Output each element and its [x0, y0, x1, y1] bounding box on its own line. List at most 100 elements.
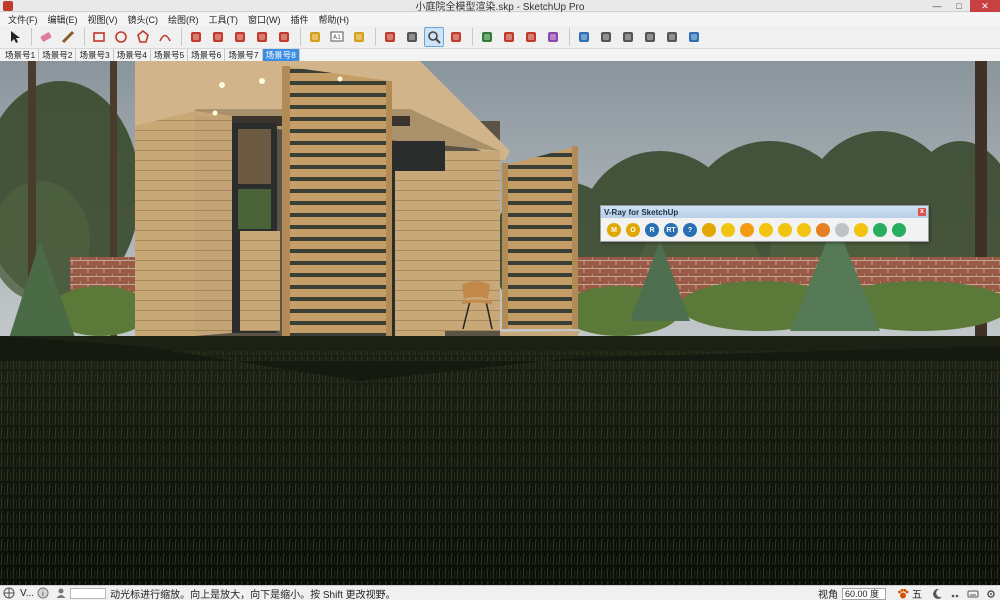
vray-material-editor-icon[interactable]: M: [607, 223, 621, 237]
ime-mode[interactable]: 五: [912, 586, 922, 600]
vcb-input[interactable]: 60.00 度: [842, 587, 886, 600]
vray-dome-light-icon[interactable]: [797, 223, 811, 237]
settings-icon[interactable]: [985, 588, 997, 600]
toolbar-separator: [472, 27, 473, 46]
scene-tab-5[interactable]: 场景号5: [151, 49, 189, 61]
menu-bar: 文件(F) 编辑(E) 视图(V) 镜头(C) 绘图(R) 工具(T) 窗口(W…: [0, 13, 1000, 25]
vray-ies-light-icon[interactable]: [778, 223, 792, 237]
shaded-style-icon: [645, 31, 655, 42]
vray-fur-icon[interactable]: [892, 223, 906, 237]
wireframe-style-button[interactable]: [596, 27, 616, 47]
vray-frame-buffer-icon[interactable]: [702, 223, 716, 237]
scene-tab-4[interactable]: 场景号4: [114, 49, 151, 61]
push-pull-tool-button[interactable]: [186, 27, 206, 47]
scene-tab-2[interactable]: 场景号2: [39, 49, 77, 61]
rectangle-tool-button[interactable]: [89, 27, 109, 47]
components-icon: [526, 31, 536, 42]
rotate-tool-button[interactable]: [252, 27, 272, 47]
warehouse-button[interactable]: [477, 27, 497, 47]
hidden-line-style-button[interactable]: [618, 27, 638, 47]
menu-plugins[interactable]: 插件: [286, 13, 314, 26]
menu-camera[interactable]: 镜头(C): [123, 13, 164, 26]
vray-rt-render-icon[interactable]: RT: [664, 223, 678, 237]
vray-close-button[interactable]: x: [918, 208, 926, 216]
vray-proxy-icon[interactable]: [873, 223, 887, 237]
scene-tab-8[interactable]: 场景号8: [262, 49, 300, 61]
move-tool-button[interactable]: [230, 27, 250, 47]
keyboard-icon[interactable]: [967, 588, 979, 600]
vray-infinite-plane-icon[interactable]: [854, 223, 868, 237]
paint-bucket-tool-button[interactable]: [349, 27, 369, 47]
shaded-style-button[interactable]: [640, 27, 660, 47]
vray-omni-light-icon[interactable]: [721, 223, 735, 237]
move-tool-icon: [235, 31, 245, 42]
vray-toolbar-title: V-Ray for SketchUp: [604, 207, 679, 217]
rotate-tool-icon: [257, 31, 267, 42]
moon-icon[interactable]: [931, 588, 943, 600]
scene-tab-7[interactable]: 场景号7: [225, 49, 263, 61]
components-button[interactable]: [521, 27, 541, 47]
vray-render-icon[interactable]: R: [645, 223, 659, 237]
share-model-button[interactable]: [499, 27, 519, 47]
orbit-tool-button[interactable]: [380, 27, 400, 47]
circle-tool-button[interactable]: [111, 27, 131, 47]
arc-tool-button[interactable]: [155, 27, 175, 47]
xray-style-button[interactable]: [574, 27, 594, 47]
maximize-button[interactable]: □: [948, 0, 970, 12]
follow-me-tool-icon: [213, 31, 223, 42]
pan-tool-button[interactable]: [402, 27, 422, 47]
punctuation-icon[interactable]: [949, 588, 961, 600]
toolbar-separator: [31, 27, 32, 46]
extension-warehouse-button[interactable]: [543, 27, 563, 47]
follow-me-tool-button[interactable]: [208, 27, 228, 47]
vray-options-icon[interactable]: O: [626, 223, 640, 237]
menu-edit[interactable]: 编辑(E): [43, 13, 83, 26]
geo-location-icon[interactable]: [3, 587, 15, 599]
svg-text:i: i: [42, 590, 44, 598]
scene-tab-1[interactable]: 场景号1: [2, 49, 40, 61]
model-viewport[interactable]: V-Ray for SketchUp x M O R RT?: [0, 61, 1000, 585]
scale-tool-button[interactable]: [274, 27, 294, 47]
menu-draw[interactable]: 绘图(R): [163, 13, 204, 26]
status-field[interactable]: [70, 587, 107, 599]
rectangle-tool-icon: [93, 31, 105, 42]
vray-spot-light-icon[interactable]: [759, 223, 773, 237]
arc-tool-icon: [159, 34, 171, 41]
vray-sphere-icon[interactable]: [835, 223, 849, 237]
share-model-icon: [504, 31, 514, 42]
scene-tab-3[interactable]: 场景号3: [76, 49, 114, 61]
user-icon[interactable]: [55, 587, 67, 599]
scene-tab-6[interactable]: 场景号6: [188, 49, 226, 61]
vray-mesh-light-icon[interactable]: [816, 223, 830, 237]
tape-measure-tool-icon: [310, 31, 320, 42]
vray-toolbar[interactable]: V-Ray for SketchUp x M O R RT?: [600, 205, 929, 242]
vray-rect-light-icon[interactable]: [740, 223, 754, 237]
menu-view[interactable]: 视图(V): [83, 13, 123, 26]
xray-style-icon: [579, 31, 589, 42]
zoom-tool-button[interactable]: [424, 26, 444, 47]
close-button[interactable]: ✕: [970, 0, 1000, 12]
credits-icon[interactable]: i: [37, 587, 49, 599]
select-tool-button[interactable]: [5, 27, 25, 47]
eraser-tool-button[interactable]: [36, 27, 56, 47]
vray-toolbar-header[interactable]: V-Ray for SketchUp x: [601, 206, 928, 218]
minimize-button[interactable]: —: [926, 0, 948, 12]
tape-measure-tool-button[interactable]: [305, 27, 325, 47]
menu-file[interactable]: 文件(F): [3, 13, 43, 26]
vray-help-icon[interactable]: ?: [683, 223, 697, 237]
zoom-extents-tool-icon: [451, 31, 461, 42]
menu-tools[interactable]: 工具(T): [204, 13, 244, 26]
zoom-extents-tool-button[interactable]: [446, 27, 466, 47]
menu-help[interactable]: 帮助(H): [314, 13, 355, 26]
polygon-tool-button[interactable]: [133, 27, 153, 47]
scene-tabs: 场景号1 场景号2 场景号3 场景号4 场景号5 场景号6 场景号7 场景号8: [0, 49, 1000, 61]
ime-paw-icon[interactable]: [897, 588, 909, 600]
scale-tool-icon: [279, 31, 289, 42]
select-tool-icon: [11, 30, 20, 43]
menu-window[interactable]: 窗口(W): [243, 13, 286, 26]
text-tool-button[interactable]: A1: [327, 27, 347, 47]
monochrome-style-button[interactable]: [684, 27, 704, 47]
pencil-tool-button[interactable]: [58, 27, 78, 47]
shaded-textures-style-button[interactable]: [662, 27, 682, 47]
vcb-label: 视角: [818, 590, 838, 600]
